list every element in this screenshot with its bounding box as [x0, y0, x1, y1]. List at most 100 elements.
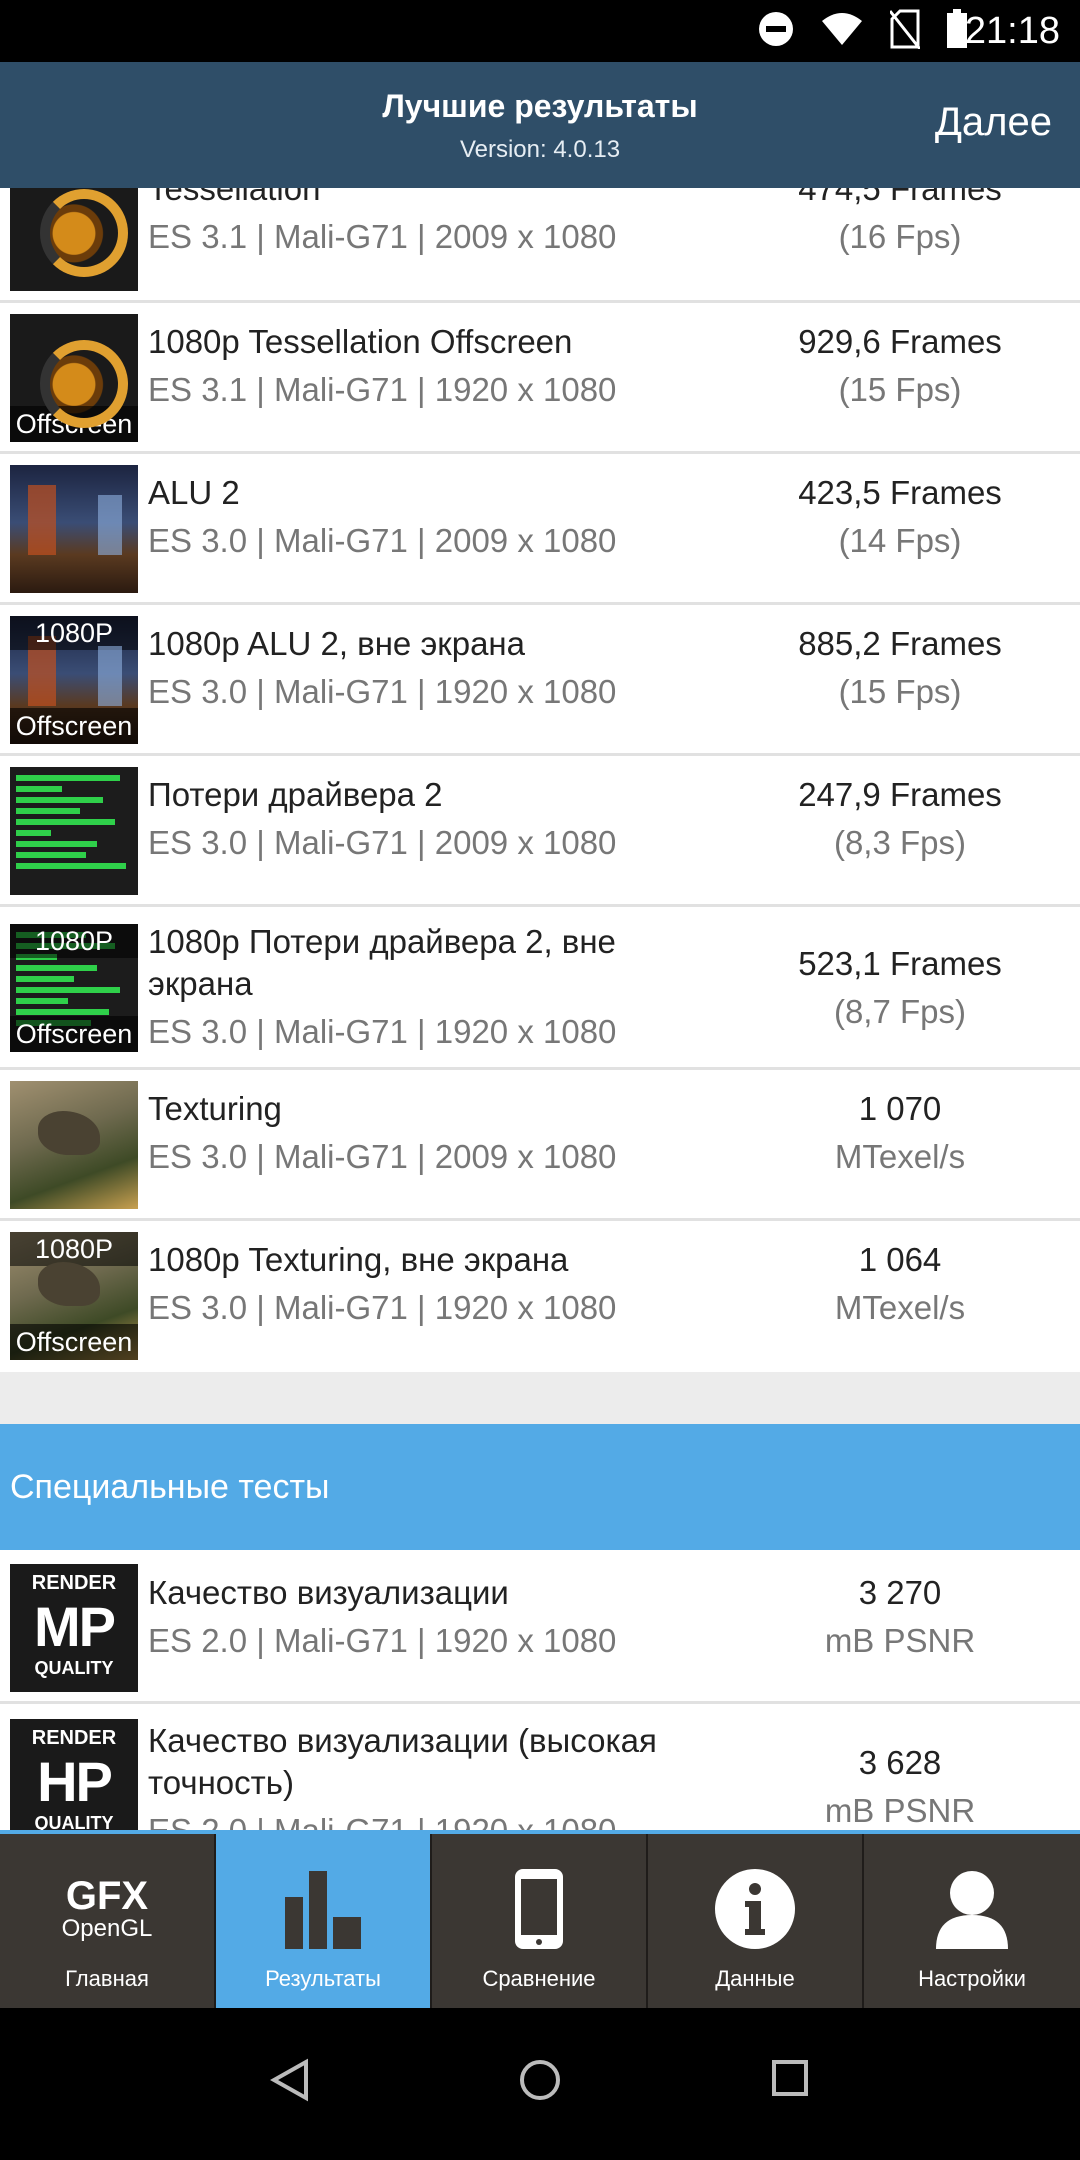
result-title: ALU 2 — [148, 474, 240, 511]
driver-overhead-thumbnail: 1080P Offscreen — [10, 924, 138, 1052]
user-icon — [864, 1864, 1080, 1954]
nav-settings[interactable]: Настройки — [864, 1834, 1080, 2008]
alu-thumbnail — [10, 465, 138, 593]
texturing-thumbnail: 1080P Offscreen — [10, 1232, 138, 1360]
result-score: 3 270 — [858, 1574, 942, 1611]
version-label: Version: 4.0.13 — [459, 136, 621, 163]
result-unit: (16 Fps) — [838, 218, 962, 255]
result-row[interactable]: Потери драйвера 2 ES 3.0 | Mali-G71 | 20… — [0, 756, 1080, 907]
section-spacer — [0, 1372, 1080, 1424]
resolution-badge: 1080P — [10, 1232, 138, 1266]
alu-thumbnail: 1080P Offscreen — [10, 616, 138, 744]
result-unit: mB PSNR — [824, 1792, 976, 1829]
no-sim-icon — [888, 9, 922, 54]
result-title: 1080p Tessellation Offscreen — [148, 323, 573, 360]
result-unit: (15 Fps) — [838, 371, 962, 408]
resolution-badge: 1080P — [10, 616, 138, 650]
result-score: 423,5 Frames — [798, 474, 1002, 511]
result-subtitle: ES 3.0 | Mali-G71 | 1920 x 1080 — [148, 673, 617, 710]
section-header-special-tests: Специальные тесты — [0, 1424, 1080, 1550]
result-unit: (8,7 Fps) — [833, 993, 967, 1030]
result-title: Качество визуализации (высокая точность) — [148, 1722, 657, 1801]
phone-icon — [432, 1864, 646, 1954]
nav-compare-label: Сравнение — [482, 1966, 596, 1991]
result-row[interactable]: RENDER MP QUALITY Качество визуализации … — [0, 1550, 1080, 1704]
nav-settings-label: Настройки — [918, 1966, 1026, 1991]
result-subtitle: ES 2.0 | Mali-G71 | 1920 x 1080 — [148, 1810, 748, 1830]
result-subtitle: ES 3.0 | Mali-G71 | 2009 x 1080 — [148, 522, 617, 559]
nav-home-label: Главная — [65, 1966, 149, 1991]
offscreen-badge: Offscreen — [10, 1324, 138, 1360]
bottom-navigation: GFX OpenGL Главная Результаты Сравнение … — [0, 1830, 1080, 2008]
next-button[interactable]: Далее — [935, 100, 1052, 145]
offscreen-badge: Offscreen — [10, 1016, 138, 1052]
page-title: Лучшие результаты — [382, 88, 698, 124]
status-bar: 21:18 — [0, 0, 1080, 62]
result-row[interactable]: ALU 2 ES 3.0 | Mali-G71 | 2009 x 1080 42… — [0, 454, 1080, 605]
result-subtitle: ES 3.1 | Mali-G71 | 2009 x 1080 — [148, 218, 617, 255]
nav-results[interactable]: Результаты — [216, 1834, 432, 2008]
result-row[interactable]: Offscreen 1080p Tessellation Offscreen E… — [0, 303, 1080, 454]
result-score: 885,2 Frames — [798, 625, 1002, 662]
result-title: Tessellation — [148, 188, 321, 207]
result-subtitle: ES 3.1 | Mali-G71 | 1920 x 1080 — [148, 371, 617, 408]
nav-compare[interactable]: Сравнение — [432, 1834, 648, 2008]
driver-overhead-thumbnail — [10, 767, 138, 895]
nav-results-label: Результаты — [265, 1966, 381, 1991]
result-score: 1 064 — [858, 1241, 942, 1278]
screen: { "status_bar": { "time": "21:18", "icon… — [0, 0, 1080, 2160]
gfx-opengl-icon: GFX OpenGL — [61, 1874, 153, 1942]
back-icon[interactable] — [269, 2058, 310, 2107]
result-row[interactable]: RENDER HP QUALITY Качество визуализации … — [0, 1704, 1080, 1830]
result-row[interactable]: 1080P Offscreen 1080p ALU 2, вне экрана … — [0, 605, 1080, 756]
result-title: Потери драйвера 2 — [148, 776, 443, 813]
result-unit: mB PSNR — [824, 1622, 976, 1659]
result-score: 3 628 — [858, 1744, 942, 1781]
tessellation-thumbnail: Offscreen — [10, 314, 138, 442]
result-unit: MTexel/s — [834, 1138, 966, 1175]
result-row[interactable]: Tessellation ES 3.1 | Mali-G71 | 2009 x … — [0, 188, 1080, 303]
result-row[interactable]: 1080P Offscreen 1080p Потери драйвера 2,… — [0, 907, 1080, 1070]
result-title: 1080p Texturing, вне экрана — [148, 1241, 569, 1278]
result-score: 929,6 Frames — [798, 323, 1002, 360]
do-not-disturb-icon — [758, 11, 794, 52]
result-title: Качество визуализации — [148, 1574, 509, 1611]
result-unit: (8,3 Fps) — [833, 824, 967, 861]
result-unit: (15 Fps) — [838, 673, 962, 710]
nav-home[interactable]: GFX OpenGL Главная — [0, 1834, 216, 2008]
home-icon[interactable] — [518, 2058, 562, 2107]
offscreen-badge: Offscreen — [10, 708, 138, 744]
result-unit: (14 Fps) — [838, 522, 962, 559]
nav-data[interactable]: Данные — [648, 1834, 864, 2008]
status-time: 21:18 — [964, 10, 1060, 52]
result-subtitle: ES 3.0 | Mali-G71 | 1920 x 1080 — [148, 1289, 617, 1326]
result-score: 474,5 Frames — [798, 188, 1002, 207]
result-score: 523,1 Frames — [798, 945, 1002, 982]
recents-icon[interactable] — [770, 2058, 810, 2103]
wifi-icon — [820, 11, 864, 52]
render-quality-thumbnail: RENDER MP QUALITY — [10, 1564, 138, 1692]
result-subtitle: ES 3.0 | Mali-G71 | 1920 x 1080 — [148, 1013, 617, 1050]
nav-data-label: Данные — [715, 1966, 795, 1991]
result-unit: MTexel/s — [834, 1289, 966, 1326]
result-subtitle: ES 3.0 | Mali-G71 | 2009 x 1080 — [148, 824, 617, 861]
info-icon — [648, 1864, 862, 1954]
offscreen-badge: Offscreen — [10, 406, 138, 442]
app-header: Лучшие результаты Version: 4.0.13 Далее — [0, 62, 1080, 188]
result-title: 1080p Потери драйвера 2, вне экрана — [148, 923, 616, 1002]
result-subtitle: ES 3.0 | Mali-G71 | 2009 x 1080 — [148, 1138, 617, 1175]
render-quality-thumbnail: RENDER HP QUALITY — [10, 1719, 138, 1830]
resolution-badge: 1080P — [10, 924, 138, 958]
texturing-thumbnail — [10, 1081, 138, 1209]
result-subtitle: ES 2.0 | Mali-G71 | 1920 x 1080 — [148, 1622, 617, 1659]
result-score: 1 070 — [858, 1090, 942, 1127]
result-score: 247,9 Frames — [798, 776, 1002, 813]
results-list[interactable]: Tessellation ES 3.1 | Mali-G71 | 2009 x … — [0, 188, 1080, 1830]
result-title: Texturing — [148, 1090, 282, 1127]
tessellation-thumbnail — [10, 188, 138, 291]
system-navigation-bar — [0, 2008, 1080, 2160]
result-row[interactable]: 1080P Offscreen 1080p Texturing, вне экр… — [0, 1221, 1080, 1372]
bar-chart-icon — [216, 1864, 430, 1954]
result-title: 1080p ALU 2, вне экрана — [148, 625, 526, 662]
result-row[interactable]: Texturing ES 3.0 | Mali-G71 | 2009 x 108… — [0, 1070, 1080, 1221]
